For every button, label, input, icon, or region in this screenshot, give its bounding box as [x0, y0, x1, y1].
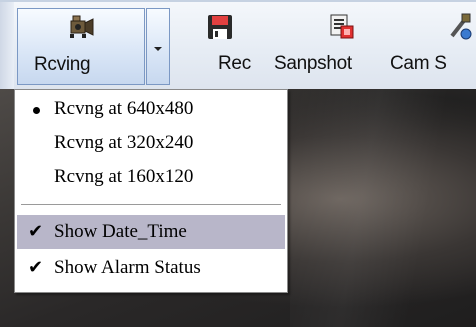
menu-item-label: Rcvng at 320x240	[54, 132, 194, 153]
camera-icon	[68, 13, 96, 46]
floppy-disk-icon	[205, 12, 235, 47]
snapshot-button[interactable]: Sanpshot	[270, 8, 390, 85]
menu-item-label: Rcvng at 640x480	[54, 98, 194, 119]
toolbar-gripper	[0, 2, 14, 91]
cam-settings-button[interactable]: Cam S	[390, 8, 476, 85]
snapshot-icon	[328, 12, 356, 47]
menu-item-label: Show Alarm Status	[54, 257, 201, 278]
checkmark-icon: ✔	[28, 257, 44, 277]
chevron-down-icon	[154, 47, 162, 51]
checkmark-icon: ✔	[28, 221, 44, 241]
menu-item-rcvng-640x480[interactable]: Rcvng at 640x480	[17, 92, 285, 126]
toolbar: Rcving Rec Sanpshot Cam S	[0, 0, 476, 91]
radio-bullet-icon	[33, 107, 40, 114]
menu-item-label: Show Date_Time	[54, 221, 187, 242]
menu-separator	[21, 204, 281, 206]
camera-settings-icon	[446, 12, 474, 47]
menu-item-label: Rcvng at 160x120	[54, 166, 194, 187]
rcving-button[interactable]: Rcving	[17, 8, 145, 85]
rec-button-label: Rec	[218, 53, 251, 74]
cam-settings-button-label: Cam S	[390, 53, 447, 74]
rec-button[interactable]: Rec	[178, 8, 272, 85]
menu-item-show-date-time[interactable]: ✔ Show Date_Time	[17, 215, 285, 249]
menu-item-rcvng-160x120[interactable]: Rcvng at 160x120	[17, 160, 285, 194]
snapshot-button-label: Sanpshot	[274, 53, 352, 74]
rcving-button-label: Rcving	[34, 54, 91, 75]
camera-image	[290, 89, 476, 327]
menu-item-show-alarm-status[interactable]: ✔ Show Alarm Status	[17, 251, 285, 285]
menu-item-rcvng-320x240[interactable]: Rcvng at 320x240	[17, 126, 285, 160]
rcving-dropdown-menu: Rcvng at 640x480 Rcvng at 320x240 Rcvng …	[14, 89, 288, 293]
rcving-dropdown-button[interactable]	[146, 8, 170, 85]
